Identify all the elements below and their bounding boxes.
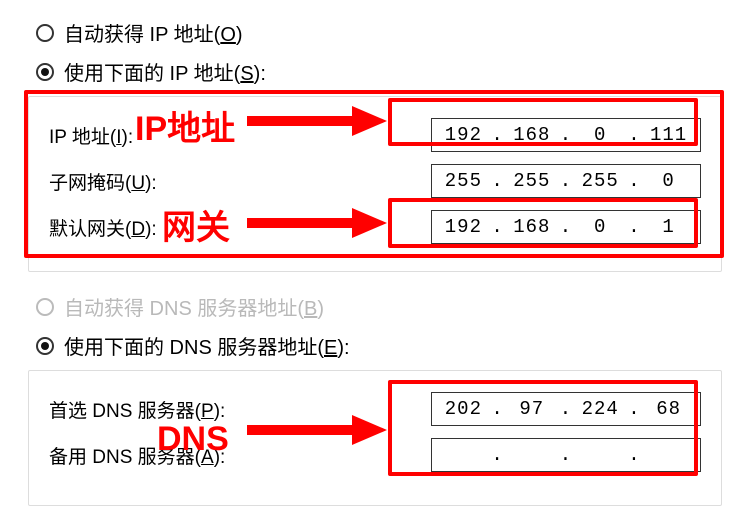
arrow-icon — [247, 104, 387, 138]
radio-icon — [36, 24, 54, 42]
radio-manual-dns[interactable]: 使用下面的 DNS 服务器地址(E): — [36, 331, 714, 360]
field-label: 子网掩码(U): — [49, 168, 157, 195]
radio-label: 自动获得 IP 地址(O) — [64, 18, 243, 47]
field-label: IP 地址(I): — [49, 122, 133, 149]
radio-label: 自动获得 DNS 服务器地址(B) — [64, 292, 324, 321]
radio-manual-ip[interactable]: 使用下面的 IP 地址(S): — [36, 57, 714, 86]
annotation-text-ip: IP地址 — [135, 101, 235, 150]
radio-auto-ip[interactable]: 自动获得 IP 地址(O) — [36, 18, 714, 47]
annotation-text-gateway: 网关 — [162, 200, 230, 249]
field-label: 首选 DNS 服务器(P): — [49, 396, 225, 423]
preferred-dns-input[interactable]: 202. 97. 224. 68 — [431, 392, 701, 426]
radio-label: 使用下面的 IP 地址(S): — [64, 57, 266, 86]
arrow-icon — [247, 206, 387, 240]
arrow-icon — [247, 413, 387, 447]
field-subnet-mask: 子网掩码(U): 255. 255. 255. 0 — [49, 163, 701, 199]
gateway-input[interactable]: 192. 168. 0. 1 — [431, 210, 701, 244]
field-label: 默认网关(D): — [49, 214, 157, 241]
subnet-mask-input[interactable]: 255. 255. 255. 0 — [431, 164, 701, 198]
annotation-text-dns: DNS — [157, 420, 229, 459]
alternate-dns-input[interactable]: . . . — [431, 438, 701, 472]
radio-auto-dns[interactable]: 自动获得 DNS 服务器地址(B) — [36, 292, 714, 321]
radio-icon — [36, 298, 54, 316]
radio-label: 使用下面的 DNS 服务器地址(E): — [64, 331, 350, 360]
ip-address-input[interactable]: 192. 168. 0. 111 — [431, 118, 701, 152]
radio-icon — [36, 337, 54, 355]
radio-icon — [36, 63, 54, 81]
